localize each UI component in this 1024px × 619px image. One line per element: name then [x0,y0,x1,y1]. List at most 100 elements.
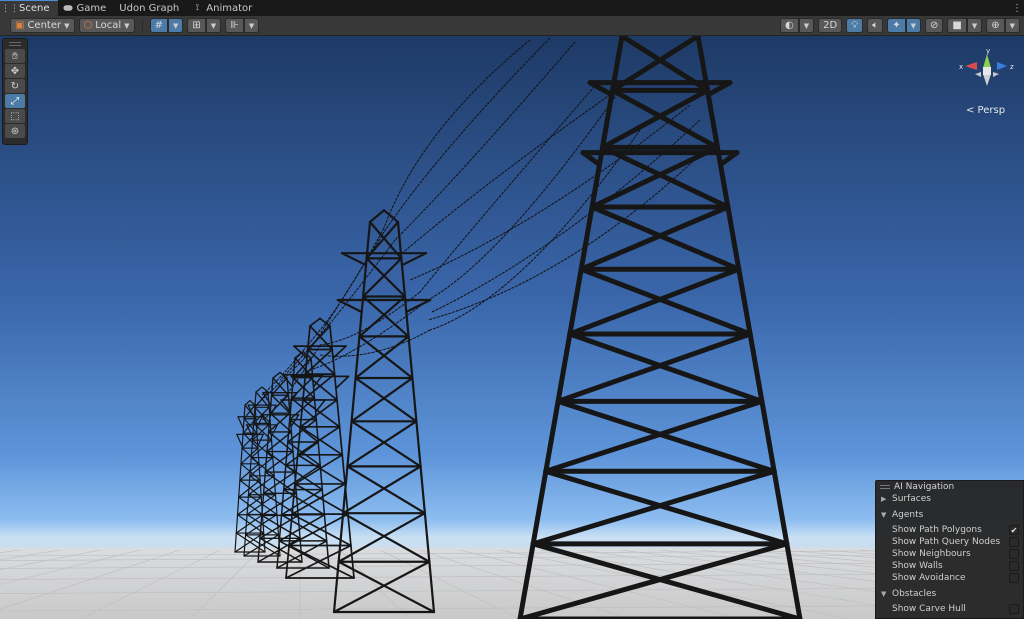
ai-navigation-header[interactable]: AI Navigation [876,481,1023,493]
gizmos-dropdown[interactable]: ▼ [1004,18,1020,33]
option-label: Show Path Query Nodes [892,537,1001,547]
rotate-tool-button[interactable]: ↻ [5,79,25,93]
gizmo-neg-x-cone[interactable] [975,72,981,77]
eye-slash-icon: ⊘ [929,20,939,31]
gizmo-y-label: y [986,47,990,55]
gizmo-center-cube[interactable] [983,67,991,75]
grid-snap-group: # ▼ [149,18,184,33]
show-path-query-nodes-checkbox[interactable] [1009,537,1019,547]
effects-toggle[interactable]: ✦ [887,18,906,33]
ai-navigation-title: AI Navigation [894,482,955,492]
gizmos-toggle[interactable]: ⊕ [986,18,1005,33]
show-neighbours-checkbox[interactable] [1009,549,1019,559]
chevron-down-icon: ▼ [172,21,179,30]
camera-icon: ■ [952,20,962,31]
grid-visibility-dropdown[interactable]: ▼ [167,18,184,33]
show-path-polygons-checkbox[interactable]: ✔ [1009,525,1019,535]
view-tool-button[interactable]: ✋︎ [5,49,25,63]
shading-sphere-icon: ◐ [785,20,794,31]
draw-mode-button[interactable]: ◐ [780,18,799,33]
option-label: Show Path Polygons [892,525,982,535]
hand-icon: ✋︎ [12,50,18,62]
gizmo-x-axis-cone[interactable] [965,62,977,70]
projection-toggle-label[interactable]: < Persp [966,105,1005,116]
option-label: Show Walls [892,561,943,571]
gizmo-x-label: x [959,63,963,71]
gizmo-z-axis-cone[interactable] [997,62,1007,70]
transform-tool-button[interactable]: ⊛ [5,124,25,138]
rect-transform-icon: ⬚ [10,110,20,122]
mode-2d-toggle[interactable]: 2D [818,18,843,33]
agents-foldout[interactable]: ▼ Agents [876,509,1023,521]
vertex-snap-button[interactable]: ⊪ [225,18,244,33]
rotate-icon: ↻ [10,80,20,92]
move-tool-button[interactable]: ✥ [5,64,25,78]
grid-snap-icon: # [154,20,163,31]
effects-group: ✦ ▼ [887,18,921,33]
tab-game[interactable]: Game [58,0,115,16]
rect-tool-button[interactable]: ⬚ [5,109,25,123]
speaker-icon: 🔈︎ [872,20,879,31]
overlay-grip-handle[interactable] [880,485,890,489]
surfaces-foldout[interactable]: ▶ Surfaces [876,493,1023,505]
gizmos-group: ⊕ ▼ [986,18,1020,33]
gizmo-y-axis-cone[interactable] [983,54,991,68]
local-cube-icon: ⬡ [83,20,93,31]
show-carve-hull-checkbox[interactable] [1009,604,1019,614]
gizmo-neg-y-cone[interactable] [983,74,991,86]
obstacles-foldout[interactable]: ▼ Obstacles [876,588,1023,600]
chevron-right-icon: ▶ [881,495,887,503]
show-avoidance-checkbox[interactable] [1009,573,1019,583]
camera-group: ■ ▼ [947,18,983,33]
grid-visibility-button[interactable]: # [149,18,168,33]
scene-viewport[interactable] [0,36,1024,619]
chevron-down-icon: ▼ [210,21,217,30]
tab-animator[interactable]: ⟟ Animator [187,0,260,16]
pivot-rotation-dropdown[interactable]: ⬡ Local ▼ [78,18,135,33]
overlay-grip-handle[interactable] [9,42,21,46]
chevron-down-icon: ▼ [881,511,887,519]
audio-toggle[interactable]: 🔈︎ [867,18,884,33]
tab-udon-graph-label: Udon Graph [119,2,180,14]
option-show-neighbours[interactable]: Show Neighbours [876,548,1023,560]
pivot-mode-label: Center [27,20,62,31]
show-walls-checkbox[interactable] [1009,561,1019,571]
chevron-down-icon: ▼ [910,21,916,30]
scale-tool-button[interactable]: ⤢ [5,94,25,108]
scale-icon: ⤢ [11,95,19,107]
tab-udon-graph[interactable]: Udon Graph [114,0,187,16]
ai-navigation-overlay: AI Navigation ▶ Surfaces ▼ Agents Show P… [875,480,1024,619]
tab-menu-kebab-icon[interactable]: ⋮ [1010,0,1024,16]
scene-render [0,36,1024,619]
vertex-snap-dropdown[interactable]: ▼ [243,18,260,33]
gizmo-neg-z-cone[interactable] [993,72,999,77]
move-arrows-icon: ✥ [10,65,20,77]
effects-dropdown[interactable]: ▼ [905,18,921,33]
camera-settings-button[interactable]: ■ [947,18,967,33]
draw-mode-group: ◐ ▼ [780,18,815,33]
chevron-down-icon: ▼ [881,590,887,598]
surfaces-label: Surfaces [892,494,931,504]
tab-scene[interactable]: ⋮⋮ Scene [0,0,58,16]
option-show-avoidance[interactable]: Show Avoidance [876,572,1023,584]
pivot-mode-dropdown[interactable]: ▣ Center ▼ [10,18,75,33]
checkmark-icon: ✔ [1010,525,1018,535]
scene-toolbar: ▣ Center ▼ ⬡ Local ▼ # ▼ ⊞ ▼ ⊪ ▼ ◐ ▼ 2D … [0,16,1024,36]
option-show-walls[interactable]: Show Walls [876,560,1023,572]
draw-mode-dropdown[interactable]: ▼ [798,18,815,33]
option-label: Show Avoidance [892,573,966,583]
snap-increment-button[interactable]: ⊞ [187,18,206,33]
camera-settings-dropdown[interactable]: ▼ [966,18,983,33]
snap-increment-dropdown[interactable]: ▼ [205,18,222,33]
option-show-carve-hull[interactable]: Show Carve Hull [876,603,1023,615]
vertex-snap-group: ⊪ ▼ [225,18,260,33]
agents-label: Agents [892,510,924,520]
lighting-toggle[interactable]: 💡︎ [846,18,864,33]
option-label: Show Carve Hull [892,604,966,614]
hidden-objects-toggle[interactable]: ⊘ [924,18,944,33]
option-show-path-polygons[interactable]: Show Path Polygons ✔ [876,524,1023,536]
option-show-path-query-nodes[interactable]: Show Path Query Nodes [876,536,1023,548]
lightbulb-icon: 💡︎ [851,20,859,31]
transform-icon: ⊛ [10,125,20,137]
toolbar-separator [141,18,143,33]
